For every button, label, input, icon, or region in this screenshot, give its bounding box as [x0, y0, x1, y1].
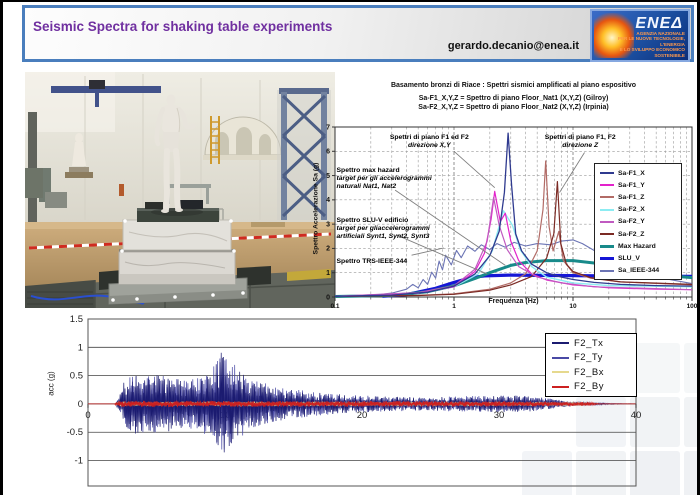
- legend-item: Max Hazard: [600, 240, 681, 252]
- annotation-2: Spettro max hazardtarget per gli acceler…: [337, 167, 432, 192]
- enea-logo-subtext: AGENZIA NAZIONALE PER LE NUOVE TECNOLOGI…: [592, 31, 685, 58]
- svg-text:1: 1: [326, 270, 330, 277]
- legend-label: Sa-F1_Z: [618, 194, 644, 201]
- slide-title: Seismic Spectra for shaking table experi…: [33, 19, 332, 34]
- slide-border-left: [0, 0, 3, 495]
- legend-swatch: [600, 184, 614, 186]
- legend-item: Sa-F1_Y: [600, 179, 681, 191]
- legend-swatch: [600, 172, 614, 174]
- spectra-subtitle-2: Sa-F2_X,Y,Z = Spettro di piano Floor_Nat…: [335, 104, 692, 111]
- time-history-chart: 1.510.50-0.5-1010203040 acc (g) F2_TxF2_…: [45, 313, 645, 493]
- spectra-chart: Basamento bronzi di Riace : Spettri sism…: [308, 76, 698, 310]
- annotation-3: Spettro SLU-V edificiotarget per gliacce…: [337, 217, 430, 242]
- legend-swatch: [552, 371, 569, 373]
- svg-text:1: 1: [78, 342, 83, 353]
- legend-label: Sa-F2_Z: [618, 231, 644, 238]
- annotation-4: Spettro TRS-IEEE-344: [337, 258, 408, 266]
- svg-text:30: 30: [494, 410, 505, 421]
- spectra-x-axis-label: Frequenza (Hz): [335, 298, 692, 305]
- author-email: gerardo.decanio@enea.it: [448, 40, 579, 52]
- time-y-axis-label: acc (g): [47, 362, 56, 406]
- slide: Seismic Spectra for shaking table experi…: [0, 0, 700, 495]
- svg-text:40: 40: [631, 410, 642, 421]
- legend-label: F2_Tx: [574, 338, 603, 349]
- header-bar: Seismic Spectra for shaking table experi…: [22, 5, 694, 62]
- legend-item: Sa-F1_Z: [600, 191, 681, 203]
- svg-text:-0.5: -0.5: [67, 427, 83, 438]
- legend-item: Sa-F2_Y: [600, 216, 681, 228]
- legend-swatch: [600, 221, 614, 223]
- enea-logo: ENEΔ AGENZIA NAZIONALE PER LE NUOVE TECN…: [590, 9, 690, 62]
- legend-label: Sa-F2_X: [618, 206, 645, 213]
- svg-text:3: 3: [326, 221, 330, 228]
- svg-text:5: 5: [326, 173, 330, 180]
- legend-swatch: [552, 386, 569, 388]
- annotation-0: Spettri di piano F1 ed F2direzione X,Y: [390, 134, 469, 150]
- legend-swatch: [600, 209, 614, 211]
- legend-swatch: [600, 270, 614, 272]
- legend-item: F2_Tx: [552, 336, 636, 351]
- svg-text:2: 2: [326, 246, 330, 253]
- svg-text:0: 0: [85, 410, 90, 421]
- spectra-title: Basamento bronzi di Riace : Spettri sism…: [335, 82, 692, 89]
- legend-swatch: [600, 233, 614, 235]
- legend-swatch: [600, 196, 614, 198]
- slide-border-top: [0, 0, 700, 2]
- time-history-legend: F2_Tx F2_Ty F2_Bx F2_By: [545, 333, 637, 397]
- legend-item: SLU_V: [600, 252, 681, 264]
- svg-text:0.5: 0.5: [70, 371, 83, 382]
- lab-photo: [25, 72, 335, 308]
- legend-item: Sa-F1_X: [600, 167, 681, 179]
- svg-text:0: 0: [78, 399, 83, 410]
- legend-swatch: [600, 245, 614, 248]
- legend-label: Sa_IEEE-344: [618, 267, 659, 274]
- svg-text:7: 7: [326, 124, 330, 131]
- spectra-subtitle-1: Sa-F1_X,Y,Z = Spettro di piano Floor_Nat…: [335, 95, 692, 102]
- svg-text:4: 4: [326, 197, 330, 204]
- legend-label: Max Hazard: [618, 243, 656, 250]
- annotation-1: Spettri di piano F1, F2direzione Z: [545, 134, 616, 150]
- legend-item: Sa-F2_Z: [600, 228, 681, 240]
- legend-label: Sa-F1_Y: [618, 182, 645, 189]
- svg-text:-1: -1: [75, 456, 83, 467]
- marble-base: [119, 220, 235, 284]
- legend-item: Sa_IEEE-344: [600, 265, 681, 277]
- legend-swatch: [600, 257, 614, 260]
- legend-item: F2_By: [552, 380, 636, 395]
- legend-label: F2_By: [574, 381, 604, 392]
- legend-label: Sa-F1_X: [618, 170, 645, 177]
- spectra-y-axis-label: Spettro Accelerazione Sa (g): [313, 139, 320, 279]
- legend-label: F2_Bx: [574, 367, 604, 378]
- legend-item: Sa-F2_X: [600, 204, 681, 216]
- svg-text:0: 0: [326, 294, 330, 301]
- svg-text:1.5: 1.5: [70, 314, 83, 325]
- legend-label: Sa-F2_Y: [618, 218, 645, 225]
- legend-swatch: [552, 342, 569, 344]
- legend-label: F2_Ty: [574, 352, 603, 363]
- legend-item: F2_Bx: [552, 365, 636, 380]
- svg-text:6: 6: [326, 149, 330, 156]
- spectra-legend: Sa-F1_X Sa-F1_Y Sa-F1_Z Sa-F2_X Sa-F2_Y Sa-F2…: [594, 163, 682, 280]
- legend-label: SLU_V: [618, 255, 640, 262]
- svg-text:20: 20: [357, 410, 368, 421]
- legend-item: F2_Ty: [552, 351, 636, 366]
- legend-swatch: [552, 357, 569, 359]
